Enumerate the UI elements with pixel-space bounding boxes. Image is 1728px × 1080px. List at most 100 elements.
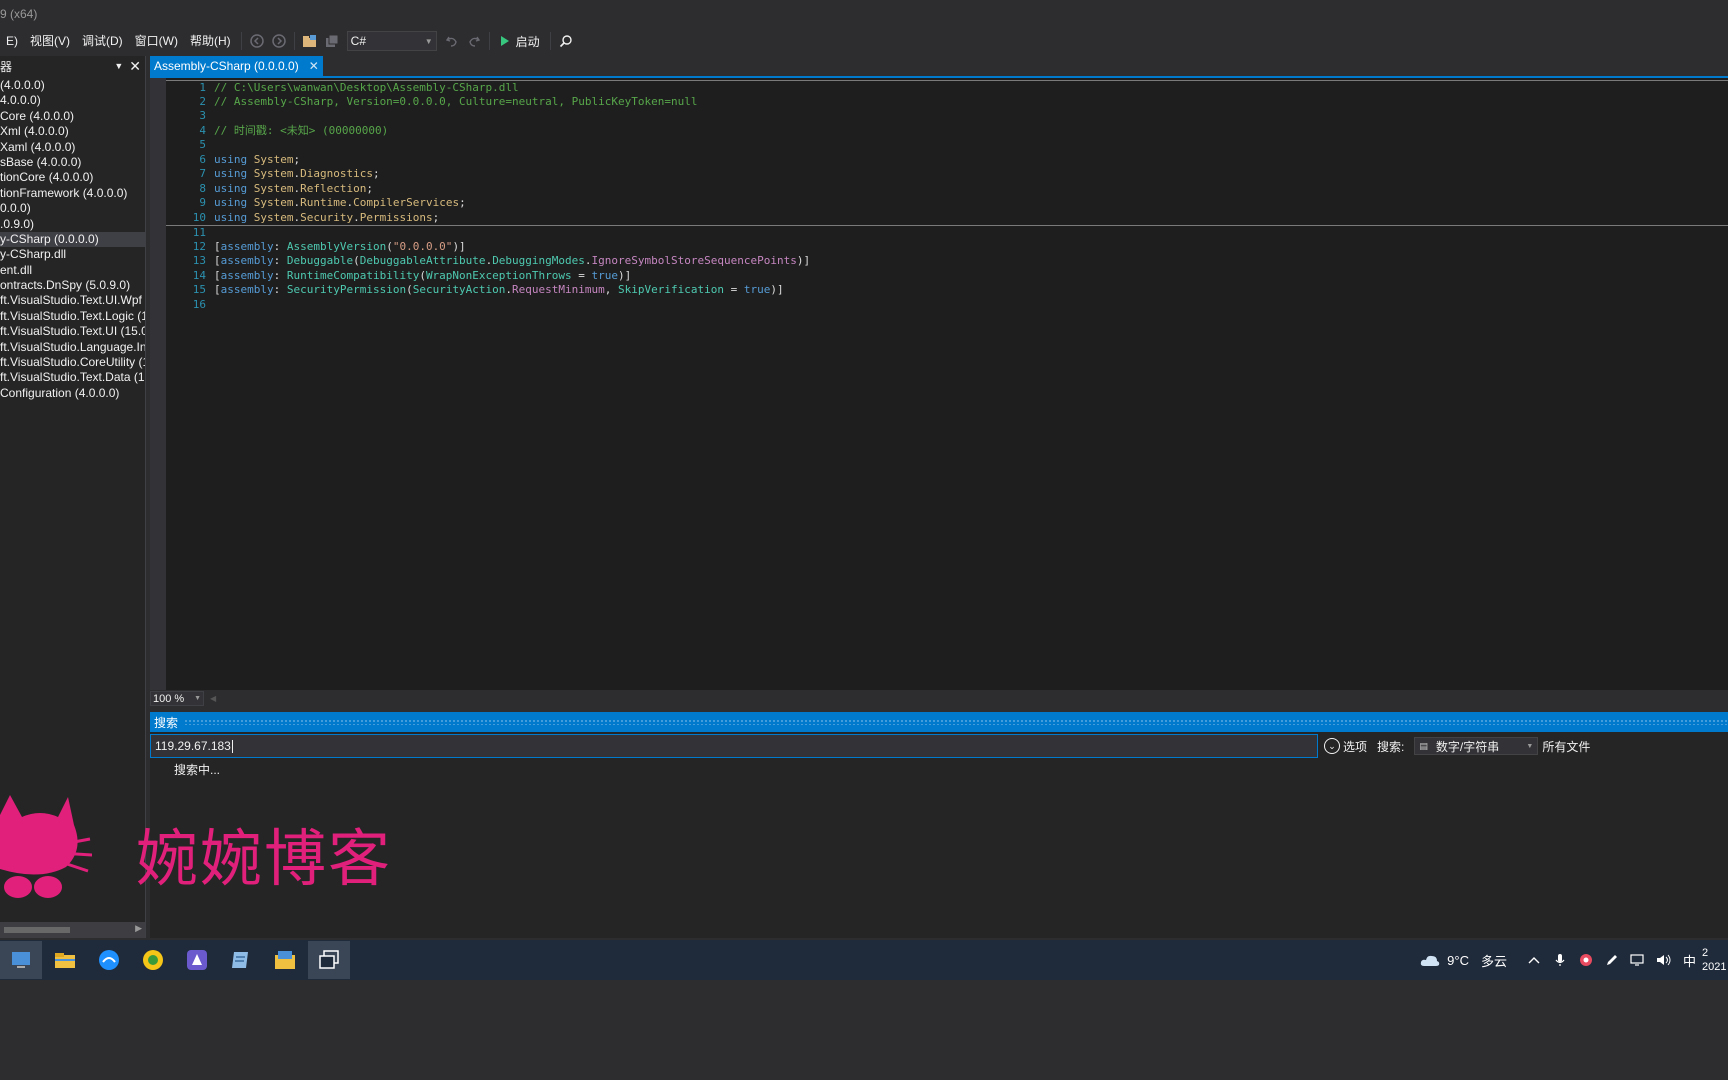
tree-item[interactable]: Xaml (4.0.0.0): [0, 140, 145, 155]
tree-item[interactable]: tionFramework (4.0.0.0): [0, 186, 145, 201]
ime-indicator[interactable]: 中: [1683, 951, 1696, 970]
pen-icon[interactable]: [1601, 953, 1623, 967]
tree-item[interactable]: Xml (4.0.0.0): [0, 124, 145, 139]
menu-item[interactable]: 视图(V): [24, 30, 76, 52]
tree-item[interactable]: ent.dll: [0, 263, 145, 278]
toolbar-separator: [240, 32, 242, 50]
taskbar-app-explorer[interactable]: [44, 941, 86, 979]
menu-item[interactable]: 调试(D): [76, 30, 129, 52]
search-input[interactable]: 119.29.67.183: [150, 734, 1318, 758]
browser-app-icon: [99, 950, 119, 970]
taskbar-app-browser[interactable]: [88, 941, 130, 979]
tree-item[interactable]: ft.VisualStudio.Text.Logic (15: [0, 309, 145, 324]
tree-item[interactable]: Configuration (4.0.0.0): [0, 386, 145, 401]
tree-item[interactable]: ft.VisualStudio.Language.Int: [0, 340, 145, 355]
toolbar-separator: [549, 32, 551, 50]
menu-item[interactable]: 窗口(W): [129, 30, 184, 52]
tree-item[interactable]: ft.VisualStudio.Text.UI.Wpf (: [0, 293, 145, 308]
tree-item[interactable]: 4.0.0.0): [0, 93, 145, 108]
title-grip: [184, 719, 1728, 725]
code-token: RequestMinimum: [512, 283, 605, 296]
code-token: (: [353, 254, 360, 267]
code-token: System: [253, 196, 294, 209]
forward-button[interactable]: [269, 31, 289, 51]
code-text: // C:\Users\wanwan\Desktop\Assembly-CSha…: [214, 81, 519, 96]
code-line: 11: [166, 225, 1728, 240]
code-token: System: [253, 152, 294, 166]
search-button[interactable]: [556, 31, 576, 51]
tree-item[interactable]: (4.0.0.0): [0, 78, 145, 93]
cloud-icon[interactable]: [1419, 953, 1441, 967]
tree-item[interactable]: ft.VisualStudio.CoreUtility (1: [0, 355, 145, 370]
line-number: 2: [199, 94, 206, 108]
zoom-select[interactable]: 100 % ▼: [150, 691, 204, 706]
open-button[interactable]: [300, 31, 320, 51]
tree-item[interactable]: ft.VisualStudio.Text.Data (15: [0, 370, 145, 385]
tree-item[interactable]: y-CSharp (0.0.0.0): [0, 231, 145, 248]
code-text: [assembly: AssemblyVersion("0.0.0.0")]: [214, 240, 466, 255]
dropdown-icon[interactable]: ▼: [114, 61, 123, 71]
language-select[interactable]: C# ▼: [346, 31, 437, 51]
folder-app-icon: [275, 951, 295, 969]
tree-item[interactable]: 0.0.0): [0, 201, 145, 216]
tab-assembly-csharp[interactable]: Assembly-CSharp (0.0.0.0) ✕: [150, 56, 323, 76]
taskbar-app-blue[interactable]: [176, 941, 218, 979]
close-icon[interactable]: ✕: [129, 58, 141, 75]
code-line: 5: [166, 138, 1728, 153]
scroll-right-icon[interactable]: ▶: [135, 923, 142, 934]
undo-button[interactable]: [442, 31, 462, 51]
code-editor[interactable]: 1 // C:\Users\wanwan\Desktop\Assembly-CSh…: [150, 78, 1728, 690]
search-type-select[interactable]: ▤ 数字/字符串 ▼: [1414, 737, 1539, 755]
volume-icon[interactable]: [1653, 953, 1675, 967]
tree-item[interactable]: tionCore (4.0.0.0): [0, 170, 145, 185]
tree-item[interactable]: ft.VisualStudio.Text.UI (15.0.: [0, 324, 145, 339]
line-number: 1: [199, 81, 206, 94]
forward-icon: [271, 34, 286, 48]
code-token: :: [273, 283, 287, 296]
code-token: DebuggableAttribute: [359, 254, 486, 267]
weather-desc: 多云: [1480, 953, 1507, 969]
clock[interactable]: 2 2021: [1702, 946, 1728, 974]
tree-item[interactable]: sBase (4.0.0.0): [0, 155, 145, 170]
taskbar-app-monitor[interactable]: [0, 941, 42, 979]
scroll-left-icon[interactable]: ◀: [210, 694, 216, 703]
search-scope-select[interactable]: 所有文件: [1542, 738, 1590, 755]
code-token: [: [214, 254, 221, 267]
start-button[interactable]: 启动: [494, 30, 546, 52]
code-line: 14 [assembly: RuntimeCompatibility(WrapNo…: [166, 269, 1728, 284]
taskbar-app-notepad[interactable]: [220, 941, 262, 979]
line-number: 4: [199, 123, 206, 137]
scrollbar-thumb[interactable]: [4, 927, 70, 933]
chevron-up-icon[interactable]: [1523, 956, 1545, 964]
tray-app-icon[interactable]: [1575, 953, 1597, 967]
search-row: 119.29.67.183 ⌄ 选项 搜索: ▤ 数字/字符串 ▼ 所有文件: [150, 734, 1728, 758]
tree-item[interactable]: y-CSharp.dll: [0, 247, 145, 262]
taskbar-task-view[interactable]: [308, 941, 350, 979]
redo-button[interactable]: [464, 31, 484, 51]
close-tab-icon[interactable]: ✕: [309, 59, 319, 73]
code-token: :: [273, 254, 287, 267]
back-button[interactable]: [247, 31, 267, 51]
tree-item[interactable]: ontracts.DnSpy (5.0.9.0): [0, 278, 145, 293]
explorer-scrollbar[interactable]: ▶: [0, 922, 145, 938]
save-all-button[interactable]: [322, 31, 342, 51]
code-token: true: [743, 283, 771, 296]
microphone-icon[interactable]: [1549, 953, 1571, 967]
menu-bar: E) 视图(V) 调试(D) 窗口(W) 帮助(H): [0, 30, 237, 52]
code-token: using: [214, 210, 248, 224]
document-tab-strip: Assembly-CSharp (0.0.0.0) ✕: [150, 56, 1728, 78]
line-number: 16: [192, 297, 206, 311]
menu-item[interactable]: E): [0, 30, 24, 52]
options-button[interactable]: ⌄ 选项: [1324, 738, 1367, 755]
taskbar-app-folder[interactable]: [264, 941, 306, 979]
open-folder-icon: [302, 35, 316, 47]
taskbar-app-kiwi[interactable]: [132, 941, 174, 979]
code-line: 13 [assembly: Debuggable(DebuggableAttrib…: [166, 254, 1728, 269]
tree-item[interactable]: .0.9.0): [0, 217, 145, 232]
tree-item[interactable]: Core (4.0.0.0): [0, 109, 145, 124]
menu-item[interactable]: 帮助(H): [184, 30, 237, 52]
network-icon[interactable]: [1627, 953, 1649, 967]
clock-date: 2021: [1702, 961, 1727, 973]
